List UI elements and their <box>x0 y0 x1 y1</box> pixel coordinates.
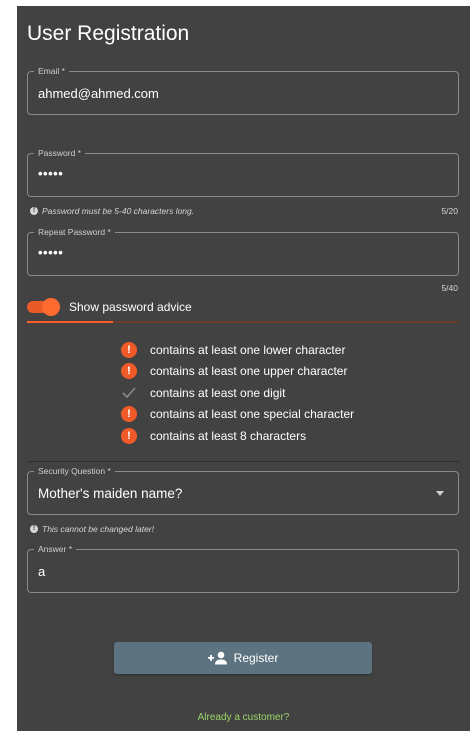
password-hint: ! Password must be 5-40 characters long. <box>30 206 194 216</box>
advice-text: contains at least one upper character <box>150 364 348 379</box>
toggle-knob <box>42 298 60 316</box>
password-value: ••••• <box>38 166 64 181</box>
answer-field[interactable]: Answer * a <box>27 544 459 593</box>
password-advice-toggle[interactable]: Show password advice <box>27 297 192 317</box>
security-question-hint: ! This cannot be changed later! <box>30 524 154 534</box>
answer-label: Answer * <box>34 544 77 555</box>
error-icon: ! <box>121 363 137 380</box>
error-icon: ! <box>121 427 137 444</box>
add-user-icon <box>207 651 227 665</box>
advice-item: ! contains at least one lower character <box>121 339 354 361</box>
password-hint-text: Password must be 5-40 characters long. <box>42 206 195 216</box>
advice-text: contains at least one lower character <box>150 342 346 357</box>
divider <box>27 461 459 462</box>
security-question-select[interactable]: Security Question * Mother's maiden name… <box>27 466 459 515</box>
check-icon <box>121 385 137 401</box>
password-strength-fill <box>27 321 114 323</box>
info-icon: ! <box>30 525 38 533</box>
advice-text: contains at least one digit <box>150 385 286 400</box>
repeat-password-field[interactable]: Repeat Password * ••••• <box>27 227 459 276</box>
security-question-hint-text: This cannot be changed later! <box>42 524 154 534</box>
repeat-password-counter: 5/40 <box>441 283 458 293</box>
email-value: ahmed@ahmed.com <box>38 86 159 101</box>
advice-item: ! contains at least one special character <box>121 404 354 426</box>
password-counter: 5/20 <box>441 206 458 216</box>
security-question-value: Mother's maiden name? <box>38 486 183 501</box>
register-label: Register <box>233 651 279 665</box>
advice-text: contains at least 8 characters <box>150 428 307 443</box>
registration-card: User Registration Email * ahmed@ahmed.co… <box>17 6 470 731</box>
repeat-password-label: Repeat Password * <box>34 227 115 238</box>
password-strength-bar <box>27 321 459 323</box>
answer-value: a <box>38 564 46 579</box>
register-button[interactable]: Register <box>114 642 372 674</box>
error-icon: ! <box>121 341 137 358</box>
advice-item: contains at least one digit <box>121 382 354 404</box>
password-advice-list: ! contains at least one lower character! c… <box>121 339 354 447</box>
advice-item: ! contains at least one upper character <box>121 361 354 383</box>
password-label: Password * <box>34 148 85 159</box>
email-label: Email * <box>34 66 69 77</box>
advice-item: ! contains at least 8 characters <box>121 425 354 447</box>
toggle-label: Show password advice <box>69 300 192 314</box>
page-title: User Registration <box>27 22 190 45</box>
password-field[interactable]: Password * ••••• <box>27 148 459 197</box>
login-link[interactable]: Already a customer? <box>17 712 470 723</box>
error-icon: ! <box>121 406 137 423</box>
advice-text: contains at least one special character <box>150 407 355 422</box>
repeat-password-value: ••••• <box>38 245 64 260</box>
email-field[interactable]: Email * ahmed@ahmed.com <box>27 66 459 115</box>
dropdown-arrow-icon[interactable] <box>436 491 444 496</box>
security-question-label: Security Question * <box>34 466 115 477</box>
info-icon: ! <box>30 207 38 215</box>
toggle-switch[interactable] <box>27 298 60 316</box>
